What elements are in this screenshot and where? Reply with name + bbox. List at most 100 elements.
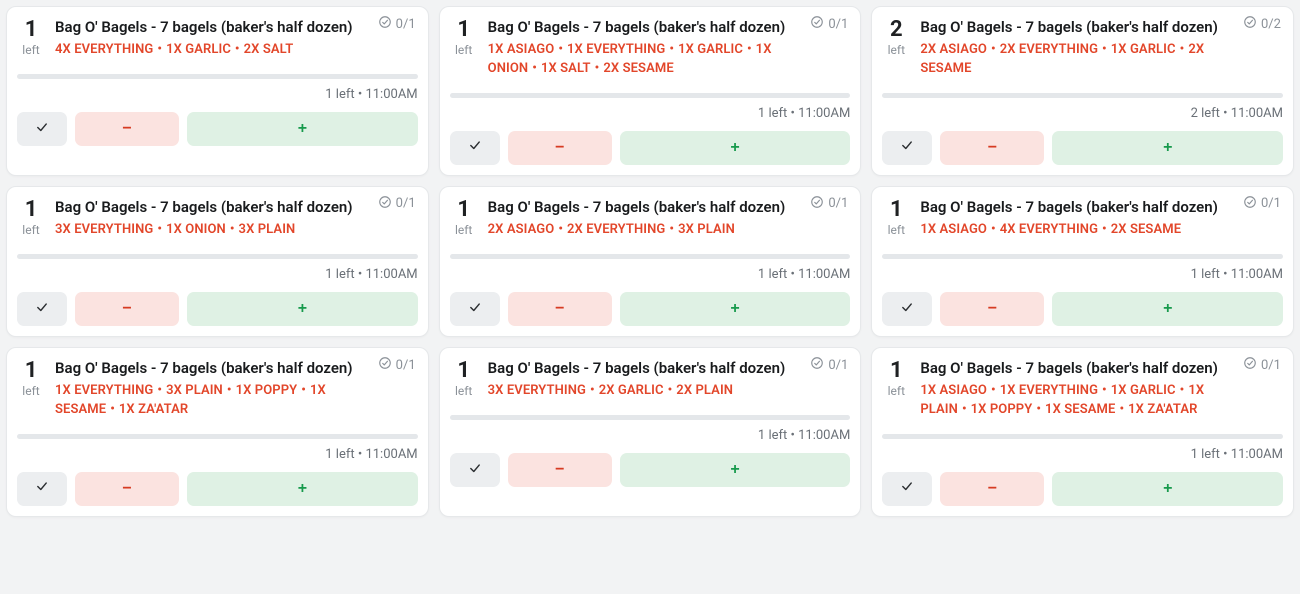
increment-button[interactable]: + bbox=[187, 472, 418, 506]
decrement-button[interactable]: − bbox=[508, 292, 612, 326]
modifier-item: 1X GARLIC bbox=[166, 42, 231, 57]
plus-icon: + bbox=[730, 139, 739, 157]
card-footer: 1 left • 11:00AM bbox=[882, 447, 1283, 462]
actions-row: −+ bbox=[450, 131, 851, 165]
separator-dot: • bbox=[532, 61, 537, 76]
check-icon bbox=[900, 479, 914, 498]
minus-icon: − bbox=[122, 480, 131, 498]
quantity-number: 1 bbox=[890, 360, 903, 382]
check-circle-icon bbox=[1243, 356, 1257, 374]
check-icon bbox=[35, 479, 49, 498]
modifiers-list: 1X ASIAGO•1X EVERYTHING•1X GARLIC•1X PLA… bbox=[920, 382, 1241, 420]
progress-counter: 0/1 bbox=[1243, 356, 1281, 374]
decrement-button[interactable]: − bbox=[508, 131, 612, 165]
minus-icon: − bbox=[555, 461, 564, 479]
counter-text: 0/1 bbox=[396, 17, 416, 32]
increment-button[interactable]: + bbox=[620, 453, 851, 487]
separator-dot: • bbox=[1102, 383, 1107, 398]
modifier-item: 1X EVERYTHING bbox=[1000, 383, 1098, 398]
decrement-button[interactable]: − bbox=[940, 292, 1044, 326]
modifier-item: 2X EVERYTHING bbox=[1000, 42, 1098, 57]
modifier-item: 1X SESAME bbox=[1045, 402, 1115, 417]
modifiers-list: 3X EVERYTHING•2X GARLIC•2X PLAIN bbox=[488, 382, 809, 401]
modifier-item: 2X GARLIC bbox=[599, 383, 664, 398]
progress-bar bbox=[450, 93, 851, 98]
complete-button[interactable] bbox=[882, 472, 932, 506]
decrement-button[interactable]: − bbox=[940, 472, 1044, 506]
progress-counter: 0/1 bbox=[378, 15, 416, 33]
plus-icon: + bbox=[730, 461, 739, 479]
product-title: Bag O' Bagels - 7 bagels (baker's half d… bbox=[55, 197, 376, 217]
separator-dot: • bbox=[157, 222, 162, 237]
quantity-label: left bbox=[22, 223, 39, 237]
minus-icon: − bbox=[988, 139, 997, 157]
product-title: Bag O' Bagels - 7 bagels (baker's half d… bbox=[55, 358, 376, 378]
complete-button[interactable] bbox=[450, 292, 500, 326]
quantity-number: 1 bbox=[457, 199, 470, 221]
actions-row: −+ bbox=[882, 472, 1283, 506]
separator-dot: • bbox=[558, 42, 563, 57]
check-icon bbox=[900, 138, 914, 157]
increment-button[interactable]: + bbox=[620, 292, 851, 326]
quantity-label: left bbox=[888, 43, 905, 57]
modifier-item: 2X ASIAGO bbox=[488, 222, 555, 237]
plus-icon: + bbox=[298, 120, 307, 138]
decrement-button[interactable]: − bbox=[940, 131, 1044, 165]
modifier-item: 3X PLAIN bbox=[166, 383, 223, 398]
decrement-button[interactable]: − bbox=[75, 472, 179, 506]
modifier-item: 1X EVERYTHING bbox=[567, 42, 665, 57]
decrement-button[interactable]: − bbox=[75, 112, 179, 146]
modifier-item: 1X ZA'ATAR bbox=[1128, 402, 1197, 417]
actions-row: −+ bbox=[17, 112, 418, 146]
modifier-item: 2X SESAME bbox=[603, 61, 673, 76]
counter-text: 0/1 bbox=[828, 358, 848, 373]
modifier-item: 3X EVERYTHING bbox=[488, 383, 586, 398]
separator-dot: • bbox=[991, 383, 996, 398]
product-title: Bag O' Bagels - 7 bagels (baker's half d… bbox=[920, 197, 1241, 217]
order-card: 0/11leftBag O' Bagels - 7 bagels (baker'… bbox=[871, 186, 1294, 337]
complete-button[interactable] bbox=[17, 472, 67, 506]
complete-button[interactable] bbox=[17, 292, 67, 326]
plus-icon: + bbox=[1163, 480, 1172, 498]
increment-button[interactable]: + bbox=[1052, 131, 1283, 165]
increment-button[interactable]: + bbox=[187, 112, 418, 146]
check-icon bbox=[468, 138, 482, 157]
decrement-button[interactable]: − bbox=[75, 292, 179, 326]
minus-icon: − bbox=[555, 139, 564, 157]
quantity-label: left bbox=[888, 384, 905, 398]
modifier-item: 3X PLAIN bbox=[678, 222, 735, 237]
separator-dot: • bbox=[669, 222, 674, 237]
product-title: Bag O' Bagels - 7 bagels (baker's half d… bbox=[488, 358, 809, 378]
complete-button[interactable] bbox=[450, 131, 500, 165]
separator-dot: • bbox=[230, 222, 235, 237]
quantity-label: left bbox=[888, 223, 905, 237]
quantity-number: 1 bbox=[25, 360, 38, 382]
card-footer: 1 left • 11:00AM bbox=[450, 428, 851, 443]
order-card: 0/11leftBag O' Bagels - 7 bagels (baker'… bbox=[439, 6, 862, 176]
actions-row: −+ bbox=[17, 292, 418, 326]
complete-button[interactable] bbox=[882, 131, 932, 165]
separator-dot: • bbox=[962, 402, 967, 417]
increment-button[interactable]: + bbox=[187, 292, 418, 326]
decrement-button[interactable]: − bbox=[508, 453, 612, 487]
progress-bar bbox=[882, 434, 1283, 439]
complete-button[interactable] bbox=[17, 112, 67, 146]
check-circle-icon bbox=[378, 356, 392, 374]
product-title: Bag O' Bagels - 7 bagels (baker's half d… bbox=[55, 17, 376, 37]
complete-button[interactable] bbox=[450, 453, 500, 487]
product-title: Bag O' Bagels - 7 bagels (baker's half d… bbox=[488, 197, 809, 217]
separator-dot: • bbox=[590, 383, 595, 398]
card-footer: 1 left • 11:00AM bbox=[882, 267, 1283, 282]
progress-counter: 0/1 bbox=[810, 356, 848, 374]
quantity-label: left bbox=[22, 384, 39, 398]
complete-button[interactable] bbox=[882, 292, 932, 326]
plus-icon: + bbox=[298, 480, 307, 498]
modifier-item: 1X ASIAGO bbox=[920, 383, 987, 398]
increment-button[interactable]: + bbox=[620, 131, 851, 165]
separator-dot: • bbox=[1119, 402, 1124, 417]
modifier-item: 1X ASIAGO bbox=[920, 222, 987, 237]
increment-button[interactable]: + bbox=[1052, 292, 1283, 326]
increment-button[interactable]: + bbox=[1052, 472, 1283, 506]
progress-counter: 0/1 bbox=[378, 356, 416, 374]
quantity-label: left bbox=[455, 384, 472, 398]
